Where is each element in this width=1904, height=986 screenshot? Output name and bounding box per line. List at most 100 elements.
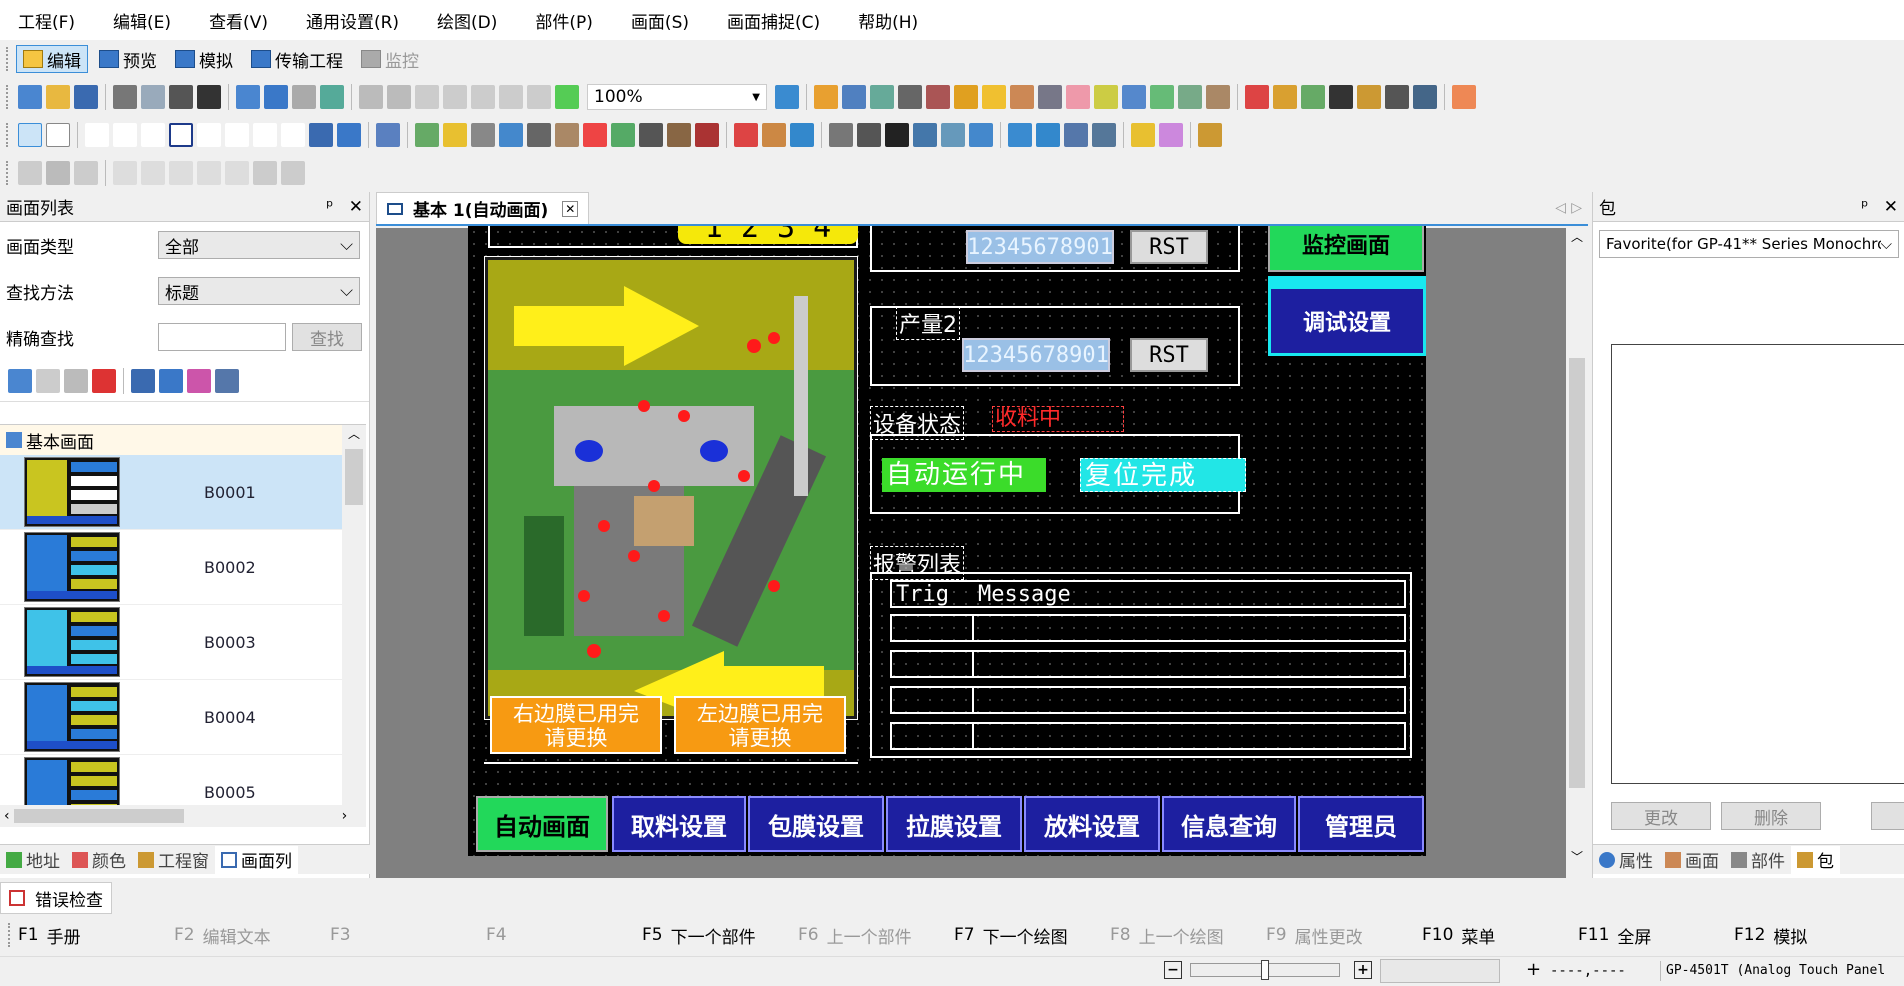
- zoom-select[interactable]: 100% ▼: [587, 84, 767, 110]
- scroll-thumb-h[interactable]: [13, 809, 184, 823]
- scale-icon[interactable]: [281, 123, 305, 147]
- message-icon[interactable]: [555, 123, 579, 147]
- extra-button[interactable]: [1871, 802, 1904, 830]
- redo-icon[interactable]: [387, 85, 411, 109]
- pc-icon[interactable]: [941, 123, 965, 147]
- menu-common-settings[interactable]: 通用设置(R): [302, 4, 403, 37]
- menu-project[interactable]: 工程(F): [14, 4, 79, 37]
- nav-pick-settings[interactable]: 取料设置: [612, 796, 746, 852]
- window-draw-icon[interactable]: [790, 123, 814, 147]
- fkey-f2[interactable]: F2 编辑文本: [174, 923, 330, 948]
- output2-counter[interactable]: 12345678901: [962, 338, 1110, 372]
- line-graph-icon[interactable]: [639, 123, 663, 147]
- new-screen-icon[interactable]: [8, 368, 32, 393]
- numeric-icon[interactable]: [499, 123, 523, 147]
- pin-icon[interactable]: ᵖ: [326, 197, 333, 217]
- zoom-slider[interactable]: [1190, 960, 1340, 980]
- nav-pull-settings[interactable]: 拉膜设置: [886, 796, 1022, 852]
- ladder-grid-icon[interactable]: [18, 161, 42, 185]
- screen-item[interactable]: B0001: [0, 455, 342, 530]
- zoom-slider-thumb[interactable]: [1261, 960, 1269, 980]
- paste-screen-icon[interactable]: [64, 368, 88, 393]
- cut-icon[interactable]: [415, 85, 439, 109]
- table-icon[interactable]: [870, 85, 894, 109]
- select-pointer-icon[interactable]: [18, 123, 42, 147]
- output2-rst-button[interactable]: RST: [1130, 338, 1208, 372]
- sound-icon[interactable]: [1094, 85, 1118, 109]
- dot-icon[interactable]: [85, 123, 109, 147]
- panel2-icon[interactable]: [337, 123, 361, 147]
- ladder-text-icon[interactable]: [46, 161, 70, 185]
- doc-icon[interactable]: [1301, 85, 1325, 109]
- nav-info-query[interactable]: 信息查询: [1162, 796, 1296, 852]
- screen-type-select[interactable]: 全部 ⌵: [158, 231, 360, 259]
- arc-icon[interactable]: [253, 123, 277, 147]
- alert-icon[interactable]: [982, 85, 1006, 109]
- coil-icon[interactable]: [169, 161, 193, 185]
- camera-icon[interactable]: [197, 85, 221, 109]
- book-icon[interactable]: [926, 85, 950, 109]
- branch2-icon[interactable]: [281, 161, 305, 185]
- tab-error-check[interactable]: 错误检查: [0, 882, 112, 914]
- ellipse-icon[interactable]: [225, 123, 249, 147]
- tab-properties[interactable]: 属性: [1593, 847, 1659, 872]
- library-icon[interactable]: [1357, 85, 1381, 109]
- display-icon[interactable]: [1413, 85, 1437, 109]
- image-icon[interactable]: [775, 85, 799, 109]
- close-tab-icon[interactable]: ✕: [562, 200, 579, 217]
- line-icon[interactable]: [113, 123, 137, 147]
- contact-no-icon[interactable]: [113, 161, 137, 185]
- change-button[interactable]: 更改: [1611, 802, 1711, 830]
- trend-icon[interactable]: [611, 123, 635, 147]
- debug-settings-button[interactable]: 调试设置: [1268, 286, 1426, 356]
- package-preview[interactable]: [1611, 344, 1904, 784]
- text-icon[interactable]: [46, 123, 70, 147]
- fkey-f3[interactable]: F3: [330, 925, 486, 945]
- data-display-icon[interactable]: [471, 123, 495, 147]
- paste-icon[interactable]: [471, 85, 495, 109]
- left-film-warning[interactable]: 左边膜已用完 请更换: [674, 696, 846, 754]
- alarm-row[interactable]: [890, 722, 1406, 750]
- timer-icon[interactable]: [197, 161, 221, 185]
- timer2-icon[interactable]: [225, 161, 249, 185]
- screen-call-icon[interactable]: [829, 123, 853, 147]
- video-icon[interactable]: [885, 123, 909, 147]
- vertical-scrollbar[interactable]: ︿: [342, 425, 366, 805]
- save-screen-icon[interactable]: [320, 85, 344, 109]
- alarm2-icon[interactable]: [762, 123, 786, 147]
- tab-scroll-left-icon[interactable]: ◁: [1555, 200, 1566, 216]
- alarm-row[interactable]: [890, 686, 1406, 714]
- menu-capture[interactable]: 画面捕捉(C): [723, 4, 824, 37]
- tree-group-basic[interactable]: 基本画面: [0, 425, 366, 455]
- picture-icon[interactable]: [1008, 123, 1032, 147]
- nav-admin[interactable]: 管理员: [1298, 796, 1424, 852]
- fkey-f12[interactable]: F12 模拟: [1734, 923, 1874, 948]
- screen-prop3-icon[interactable]: [187, 368, 211, 393]
- undo-icon[interactable]: [359, 85, 383, 109]
- screen-item[interactable]: B0002: [0, 530, 342, 605]
- scroll-down-icon[interactable]: ﹀: [1566, 848, 1588, 865]
- open-folder-icon[interactable]: [46, 85, 70, 109]
- exact-search-input[interactable]: [158, 323, 286, 351]
- switch-icon[interactable]: [415, 123, 439, 147]
- copy-icon[interactable]: [443, 85, 467, 109]
- menu-help[interactable]: 帮助(H): [854, 4, 922, 37]
- tab-color[interactable]: 颜色: [66, 847, 132, 872]
- print-icon[interactable]: [113, 85, 137, 109]
- alarm-row[interactable]: [890, 614, 1406, 642]
- ladder-panel-icon[interactable]: [74, 161, 98, 185]
- branch-icon[interactable]: [253, 161, 277, 185]
- tab-project[interactable]: 工程窗: [132, 847, 215, 872]
- contact-nc-icon[interactable]: [141, 161, 165, 185]
- pin-icon[interactable]: ᵖ: [1861, 197, 1868, 217]
- new-icon[interactable]: [18, 85, 42, 109]
- search-method-select[interactable]: 标题 ⌵: [158, 277, 360, 305]
- screen-prop4-icon[interactable]: [215, 368, 239, 393]
- alarm-table[interactable]: Trig Message: [870, 572, 1412, 758]
- nav-auto-screen[interactable]: 自动画面: [476, 796, 608, 852]
- scroll-right-icon[interactable]: ›: [342, 808, 348, 824]
- scroll-up-icon[interactable]: ︿: [342, 425, 366, 445]
- graph-icon[interactable]: [1150, 85, 1174, 109]
- pin-icon[interactable]: [1452, 85, 1476, 109]
- bulb-icon[interactable]: [1131, 123, 1155, 147]
